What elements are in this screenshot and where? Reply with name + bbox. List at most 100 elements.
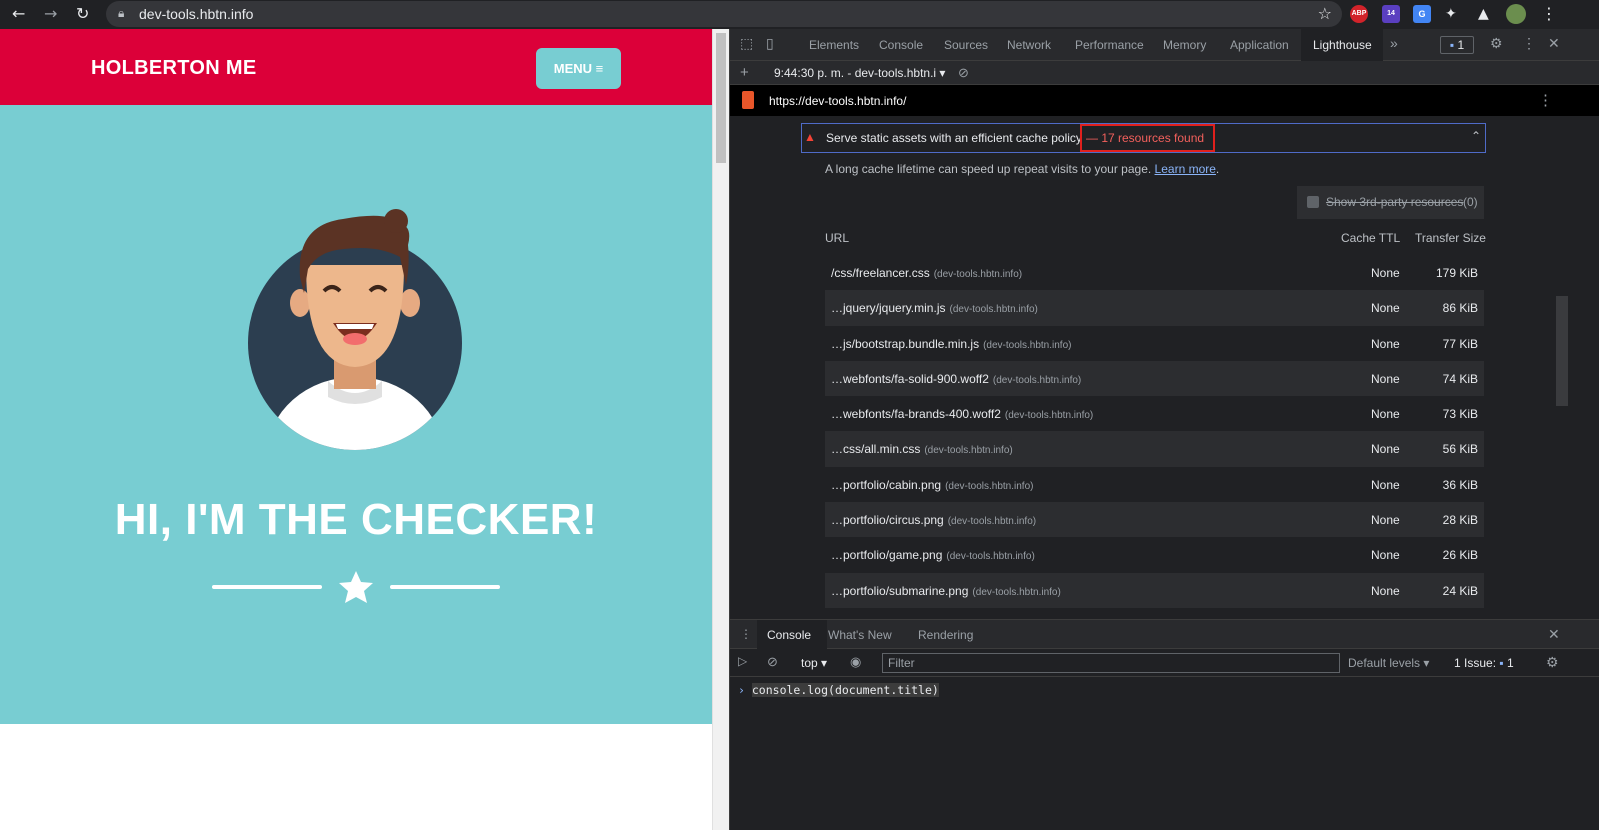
flask-icon[interactable]: ▲ bbox=[1478, 4, 1489, 24]
inspect-element-icon[interactable]: ⬚ bbox=[740, 35, 753, 52]
resource-size: 74 KiB bbox=[1442, 371, 1478, 386]
hero-section: HI, I'M THE CHECKER! bbox=[0, 105, 712, 724]
tab-application[interactable]: Application bbox=[1230, 38, 1289, 52]
resource-url[interactable]: …css/all.min.css (dev-tools.hbtn.info) bbox=[831, 442, 1013, 456]
resource-url[interactable]: …jquery/jquery.min.js (dev-tools.hbtn.inf… bbox=[831, 301, 1038, 315]
page-scrollbar[interactable] bbox=[712, 29, 729, 830]
resource-url[interactable]: …portfolio/game.png (dev-tools.hbtn.info) bbox=[831, 548, 1035, 562]
tab-network[interactable]: Network bbox=[1007, 38, 1051, 52]
devtools-menu-icon[interactable]: ⋮ bbox=[1522, 35, 1536, 52]
resource-size: 77 KiB bbox=[1442, 336, 1478, 351]
sidebar-toggle-icon[interactable]: ▷ bbox=[738, 654, 747, 668]
issue-flag-icon: ▪ bbox=[1449, 38, 1455, 52]
report-selector[interactable]: 9:44:30 p. m. - dev-tools.hbtn.i ▾ bbox=[774, 66, 945, 80]
console-input[interactable]: console.log(document.title) bbox=[751, 683, 939, 697]
third-party-toggle[interactable]: Show 3rd-party resources (0) bbox=[1297, 186, 1484, 219]
resource-url[interactable]: …webfonts/fa-brands-400.woff2 (dev-tools.… bbox=[831, 407, 1093, 421]
audit-header[interactable]: ▲ Serve static assets with an efficient … bbox=[801, 123, 1486, 153]
device-toggle-icon[interactable]: ▯ bbox=[766, 35, 774, 52]
audit-resources-found: — 17 resources found bbox=[1080, 124, 1215, 152]
console-filter-input[interactable]: Filter bbox=[882, 653, 1340, 673]
issues-counter[interactable]: ▪ 1 bbox=[1440, 36, 1474, 54]
address-url[interactable]: dev-tools.hbtn.info bbox=[139, 6, 253, 22]
puzzle-extensions-icon[interactable]: ✦ bbox=[1445, 4, 1457, 24]
issues-count: 1 bbox=[1457, 38, 1465, 52]
resource-url[interactable]: …portfolio/submarine.png (dev-tools.hbtn.… bbox=[831, 584, 1061, 598]
close-drawer-icon[interactable]: ✕ bbox=[1548, 626, 1560, 643]
resource-size: 179 KiB bbox=[1435, 266, 1478, 280]
resource-url[interactable]: /css/freelancer.css (dev-tools.hbtn.info) bbox=[831, 266, 1022, 280]
clear-reports-icon[interactable]: ⊘ bbox=[958, 65, 969, 81]
column-url: URL bbox=[825, 231, 850, 245]
tab-console[interactable]: Console bbox=[879, 38, 923, 52]
lock-icon: 🔒︎ bbox=[118, 6, 125, 20]
audit-description: A long cache lifetime can speed up repea… bbox=[825, 162, 1220, 176]
settings-gear-icon[interactable]: ⚙ bbox=[1490, 35, 1503, 52]
report-scrollbar[interactable] bbox=[1556, 296, 1568, 406]
resource-url[interactable]: …portfolio/circus.png (dev-tools.hbtn.inf… bbox=[831, 513, 1036, 527]
report-menu-icon[interactable]: ⋮ bbox=[1538, 91, 1553, 109]
drawer-tab-rendering[interactable]: Rendering bbox=[918, 628, 973, 642]
resource-size: 28 KiB bbox=[1442, 513, 1478, 528]
tab-memory[interactable]: Memory bbox=[1163, 38, 1206, 52]
browser-menu-icon[interactable]: ⋮ bbox=[1541, 4, 1557, 24]
report-selector-label: 9:44:30 p. m. - dev-tools.hbtn.i bbox=[774, 66, 937, 80]
tab-performance[interactable]: Performance bbox=[1075, 38, 1144, 52]
console-settings-gear-icon[interactable]: ⚙ bbox=[1546, 654, 1559, 671]
back-arrow-icon[interactable]: ← bbox=[12, 4, 25, 24]
context-selector[interactable]: top ▾ bbox=[801, 656, 827, 670]
console-issues-button[interactable]: 1 Issue: ▪ 1 bbox=[1454, 656, 1514, 670]
column-cache-ttl: Cache TTL bbox=[1341, 231, 1401, 245]
tab-sources[interactable]: Sources bbox=[944, 38, 988, 52]
star-icon bbox=[339, 571, 373, 603]
table-row: …css/all.min.css (dev-tools.hbtn.info) Non… bbox=[825, 431, 1484, 467]
tab-elements[interactable]: Elements bbox=[809, 38, 859, 52]
bookmark-star-icon[interactable]: ☆ bbox=[1318, 4, 1332, 23]
profile-avatar[interactable] bbox=[1506, 4, 1526, 24]
translate-extension-icon[interactable]: G bbox=[1413, 5, 1431, 23]
table-row: …portfolio/submarine.png (dev-tools.hbtn.… bbox=[825, 572, 1484, 608]
resource-url[interactable]: …js/bootstrap.bundle.min.js (dev-tools.hb… bbox=[831, 337, 1071, 351]
context-label: top bbox=[801, 656, 818, 670]
drawer-tabbar: ⋮ Console What's New Rendering ✕ bbox=[730, 619, 1599, 650]
resource-ttl: None bbox=[1371, 513, 1400, 528]
clear-console-icon[interactable]: ⊘ bbox=[767, 654, 778, 670]
console-issues-count: 1 bbox=[1506, 656, 1514, 670]
learn-more-link[interactable]: Learn more bbox=[1155, 162, 1216, 176]
table-row: …jquery/jquery.min.js (dev-tools.hbtn.inf… bbox=[825, 290, 1484, 326]
close-devtools-icon[interactable]: ✕ bbox=[1548, 35, 1560, 52]
console-prompt[interactable]: › console.log(document.title) bbox=[738, 683, 939, 697]
extension-badge-icon[interactable]: 14 bbox=[1382, 5, 1400, 23]
site-brand[interactable]: HOLBERTON ME bbox=[91, 57, 256, 80]
table-row: …portfolio/cabin.png (dev-tools.hbtn.info… bbox=[825, 467, 1484, 502]
collapse-chevron-icon[interactable]: ⌃ bbox=[1471, 129, 1481, 143]
drawer-menu-icon[interactable]: ⋮ bbox=[740, 627, 752, 641]
drawer-tab-whats-new[interactable]: What's New bbox=[828, 628, 892, 642]
lighthouse-toolbar: + 9:44:30 p. m. - dev-tools.hbtn.i ▾ ⊘ bbox=[730, 61, 1599, 85]
reload-icon[interactable]: ↻ bbox=[76, 4, 89, 24]
log-levels-select[interactable]: Default levels ▾ bbox=[1348, 656, 1429, 670]
forward-arrow-icon[interactable]: → bbox=[44, 4, 57, 24]
lighthouse-logo-icon bbox=[742, 91, 754, 109]
new-report-plus-icon[interactable]: + bbox=[740, 64, 749, 81]
more-tabs-icon[interactable]: » bbox=[1390, 35, 1398, 51]
resource-size: 36 KiB bbox=[1442, 477, 1478, 492]
resource-size: 26 KiB bbox=[1442, 548, 1478, 563]
address-bar[interactable]: 🔒︎ dev-tools.hbtn.info ☆ bbox=[106, 1, 1342, 27]
table-row: …webfonts/fa-brands-400.woff2 (dev-tools.… bbox=[825, 396, 1484, 431]
menu-button[interactable]: MENU ≡ bbox=[536, 48, 621, 89]
eye-icon[interactable]: ◉ bbox=[850, 654, 861, 670]
adblock-extension-icon[interactable]: ABP bbox=[1350, 5, 1368, 23]
issue-flag-icon: ▪ bbox=[1499, 656, 1504, 670]
log-levels-label: Default levels bbox=[1348, 656, 1421, 670]
resource-url[interactable]: …webfonts/fa-solid-900.woff2 (dev-tools.h… bbox=[831, 372, 1081, 386]
drawer-tab-console[interactable]: Console bbox=[767, 628, 811, 642]
table-row: …webfonts/fa-solid-900.woff2 (dev-tools.h… bbox=[825, 360, 1484, 397]
resource-size: 56 KiB bbox=[1442, 442, 1478, 457]
tab-lighthouse[interactable]: Lighthouse bbox=[1313, 38, 1372, 52]
resource-url[interactable]: …portfolio/cabin.png (dev-tools.hbtn.info… bbox=[831, 478, 1033, 492]
page-viewport: HOLBERTON ME MENU ≡ HI, I'M THE CHECKER! bbox=[0, 29, 712, 830]
report-url[interactable]: https://dev-tools.hbtn.info/ bbox=[769, 94, 906, 108]
third-party-checkbox[interactable] bbox=[1307, 196, 1319, 208]
resource-ttl: None bbox=[1371, 548, 1400, 563]
